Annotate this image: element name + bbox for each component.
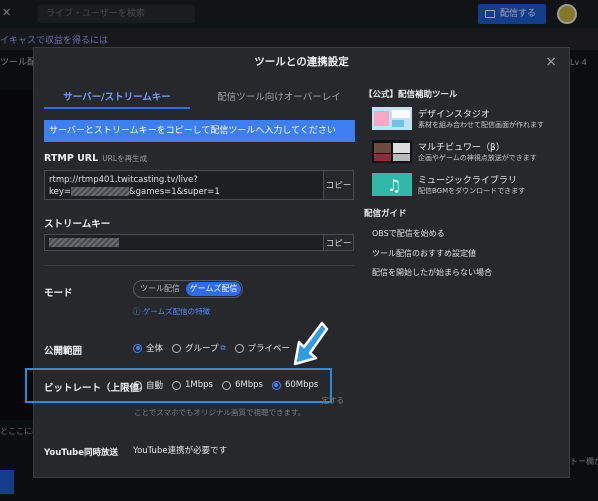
visibility-options: 全体 グループ ⧉ プライベー xyxy=(133,342,299,354)
bitrate-note-line2: ことでスマホでもオリジナル画質で視聴できます。 xyxy=(134,408,306,417)
tool-subtitle: 配信BGMをダウンロードできます xyxy=(418,187,526,195)
rtmp-url-label: RTMP URL URLを再生成 xyxy=(44,153,147,164)
svg-text:♫: ♫ xyxy=(387,176,401,195)
bitrate-auto-option[interactable]: 自動 xyxy=(133,379,163,391)
rtmp-url-field[interactable]: rtmp://rtmp401.twitcasting.tv/live? key=… xyxy=(44,170,354,200)
tool-title: ミュージックライブラリ xyxy=(418,176,517,186)
dialog-title: ツールとの連携設定 xyxy=(254,56,349,68)
close-icon[interactable]: × xyxy=(545,54,557,70)
music-library-thumbnail: ♫ xyxy=(372,173,412,196)
mode-toggle: ツール配信 ゲームズ配信 xyxy=(133,280,243,298)
stream-key-label: ストリームキー xyxy=(44,219,111,230)
tab-overlay[interactable]: 配信ツール向けオーバーレイ xyxy=(204,89,354,109)
rtmp-url-key-prefix: key= xyxy=(49,187,72,197)
guide-heading: 配信ガイド xyxy=(364,209,407,219)
rtmp-url-title: RTMP URL xyxy=(44,153,99,164)
mode-games-option[interactable]: ゲームズ配信 xyxy=(186,282,241,296)
info-banner: サーバーとストリームキーをコピーして配信ツールへ入力してください xyxy=(44,120,355,142)
rtmp-url-line1: rtmp://rtmp401.twitcasting.tv/live? xyxy=(49,175,198,185)
bitrate-6mbps-option[interactable]: 6Mbps xyxy=(221,380,263,390)
visibility-private-option[interactable]: プライベー xyxy=(234,342,291,354)
design-studio-thumbnail xyxy=(372,107,412,130)
regenerate-url-link[interactable]: URLを再生成 xyxy=(102,154,147,163)
tab-server-stream-key[interactable]: サーバー/ストリームキー xyxy=(44,89,190,109)
copy-stream-key-button[interactable]: コピー xyxy=(323,235,353,250)
tool-multi-viewer[interactable]: マルチビュワー（β） 企画やゲームの神視点放送ができます xyxy=(372,140,562,164)
radio-icon xyxy=(234,343,244,353)
masked-stream-key xyxy=(49,238,119,247)
tool-title: マルチビュワー（β） xyxy=(418,143,505,153)
youtube-value: YouTube連携が必要です xyxy=(133,446,228,456)
bitrate-60mbps-option[interactable]: 60Mbps xyxy=(271,380,319,390)
guide-link-troubleshoot[interactable]: 配信を開始したが始まらない場合 xyxy=(372,267,492,278)
masked-key xyxy=(71,187,130,196)
tool-subtitle: 企画やゲームの神視点放送ができます xyxy=(418,154,537,162)
mode-tool-option[interactable]: ツール配信 xyxy=(138,282,182,296)
bitrate-note-line1: 定する xyxy=(134,396,344,405)
external-link-icon[interactable]: ⧉ xyxy=(221,344,226,353)
visibility-group-option[interactable]: グループ ⧉ xyxy=(172,342,226,354)
tool-title: デザインスタジオ xyxy=(418,110,490,120)
rtmp-url-value: rtmp://rtmp401.twitcasting.tv/live? key=… xyxy=(49,174,220,198)
help-link-text: ゲームズ配信の特徴 xyxy=(142,307,211,316)
radio-icon xyxy=(133,380,142,390)
guide-link-obs[interactable]: OBSで配信を始める xyxy=(372,228,445,239)
radio-icon xyxy=(172,380,182,390)
visibility-label: 公開範囲 xyxy=(44,346,83,357)
bitrate-6mbps-label: 6Mbps xyxy=(234,380,263,390)
guide-link-recommended-settings[interactable]: ツール配信のおすすめ設定値 xyxy=(372,248,476,259)
youtube-label: YouTube同時放送 xyxy=(44,448,119,458)
visibility-all-label: 全体 xyxy=(146,344,164,354)
stream-key-field[interactable]: コピー xyxy=(44,234,354,251)
divider xyxy=(44,265,355,266)
radio-checked-icon xyxy=(133,343,142,353)
radio-icon xyxy=(221,380,231,390)
visibility-all-option[interactable]: 全体 xyxy=(133,342,163,354)
rtmp-url-line2-suffix: &games=1&super=1 xyxy=(129,187,220,197)
copy-rtmp-button[interactable]: コピー xyxy=(323,171,353,199)
visibility-private-label: プライベー xyxy=(247,344,291,354)
tools-heading: 【公式】配信補助ツール xyxy=(364,90,458,100)
bitrate-auto-label: 自動 xyxy=(146,381,164,391)
pointer-arrow-icon xyxy=(293,321,329,366)
visibility-group-label: グループ xyxy=(185,344,219,354)
tool-design-studio[interactable]: デザインスタジオ 素材を組み合わせて配信画面が作れます xyxy=(372,107,562,131)
mode-label: モード xyxy=(44,288,73,299)
bitrate-60mbps-label: 60Mbps xyxy=(284,380,319,390)
radio-checked-icon xyxy=(271,380,281,390)
radio-icon xyxy=(172,343,182,353)
tool-settings-dialog: ツールとの連携設定 × サーバー/ストリームキー 配信ツール向けオーバーレイ サ… xyxy=(25,47,570,478)
multi-viewer-thumbnail xyxy=(372,140,412,163)
bitrate-1mbps-option[interactable]: 1Mbps xyxy=(172,380,213,390)
tool-subtitle: 素材を組み合わせて配信画面が作れます xyxy=(418,121,544,129)
games-mode-help-link[interactable]: ⓘ ゲームズ配信の特徴 xyxy=(133,306,210,317)
bitrate-1mbps-label: 1Mbps xyxy=(185,380,213,390)
bitrate-note: 定することでスマホでもオリジナル画質で視聴できます。 xyxy=(134,395,344,419)
tool-music-library[interactable]: ♫ ミュージックライブラリ 配信BGMをダウンロードできます xyxy=(372,173,562,197)
bitrate-options: 自動 1Mbps 6Mbps 60Mbps xyxy=(133,379,327,391)
